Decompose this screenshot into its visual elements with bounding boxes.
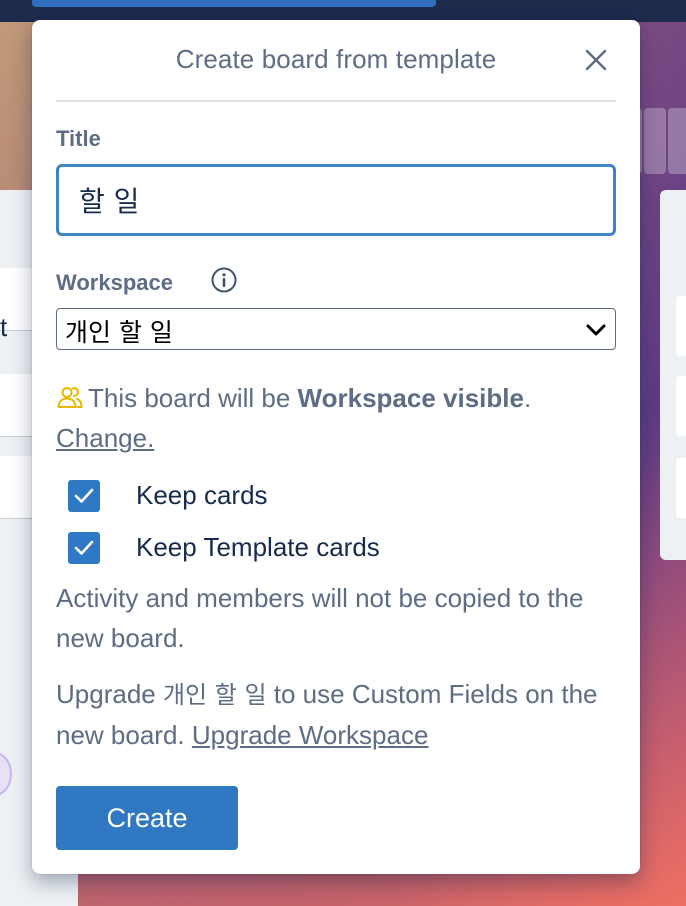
checkmark-icon xyxy=(74,540,94,555)
header-search-bar xyxy=(32,0,436,7)
visibility-notice: This board will be Workspace visible. Ch… xyxy=(56,378,616,458)
info-icon[interactable] xyxy=(210,266,238,294)
keep-template-cards-checkbox[interactable] xyxy=(68,532,100,564)
checkmark-icon xyxy=(74,488,94,503)
keep-template-cards-label: Keep Template cards xyxy=(136,532,380,562)
board-title-input[interactable] xyxy=(56,164,616,236)
upgrade-workspace-name: 개인 할 일 xyxy=(162,681,267,709)
keep-cards-checkbox-row[interactable]: Keep cards xyxy=(68,478,588,512)
top-header-bar xyxy=(0,0,686,22)
keep-cards-checkbox[interactable] xyxy=(68,480,100,512)
list-card-title: t xyxy=(0,312,8,342)
activity-note: Activity and members will not be copied … xyxy=(56,583,584,653)
keep-template-cards-checkbox-row[interactable]: Keep Template cards xyxy=(68,530,588,564)
workspace-label: Workspace xyxy=(56,270,173,295)
keep-cards-label: Keep cards xyxy=(136,480,268,510)
info-circle-icon xyxy=(211,267,237,293)
dialog-title: Create board from template xyxy=(175,44,497,74)
board-header-chip xyxy=(644,108,666,174)
title-label: Title xyxy=(56,126,101,151)
upgrade-note: Upgrade 개인 할 일 to use Custom Fields on t… xyxy=(56,674,616,755)
visibility-text-suffix: . xyxy=(523,383,532,413)
dialog-header: Create board from template xyxy=(56,20,616,102)
create-button[interactable]: Create xyxy=(56,786,238,850)
board-header-chip xyxy=(668,108,686,174)
create-board-from-template-dialog: Create board from template Title Workspa… xyxy=(32,20,640,874)
upgrade-text-prefix: Upgrade xyxy=(56,679,163,709)
list-card xyxy=(676,296,686,356)
close-icon xyxy=(585,49,607,71)
workspace-select-value: 개인 할 일 xyxy=(65,318,173,347)
workspace-members-icon xyxy=(57,387,83,408)
close-button[interactable] xyxy=(582,46,610,74)
list-card xyxy=(676,458,686,518)
upgrade-workspace-link[interactable]: Upgrade Workspace xyxy=(192,720,429,750)
chevron-down-icon xyxy=(586,324,606,336)
change-visibility-link[interactable]: Change. xyxy=(56,423,154,453)
visibility-level: Workspace visible xyxy=(297,383,524,413)
workspace-select[interactable]: 개인 할 일 xyxy=(56,308,616,350)
list-card xyxy=(676,376,686,436)
visibility-text-prefix: This board will be xyxy=(88,383,298,413)
